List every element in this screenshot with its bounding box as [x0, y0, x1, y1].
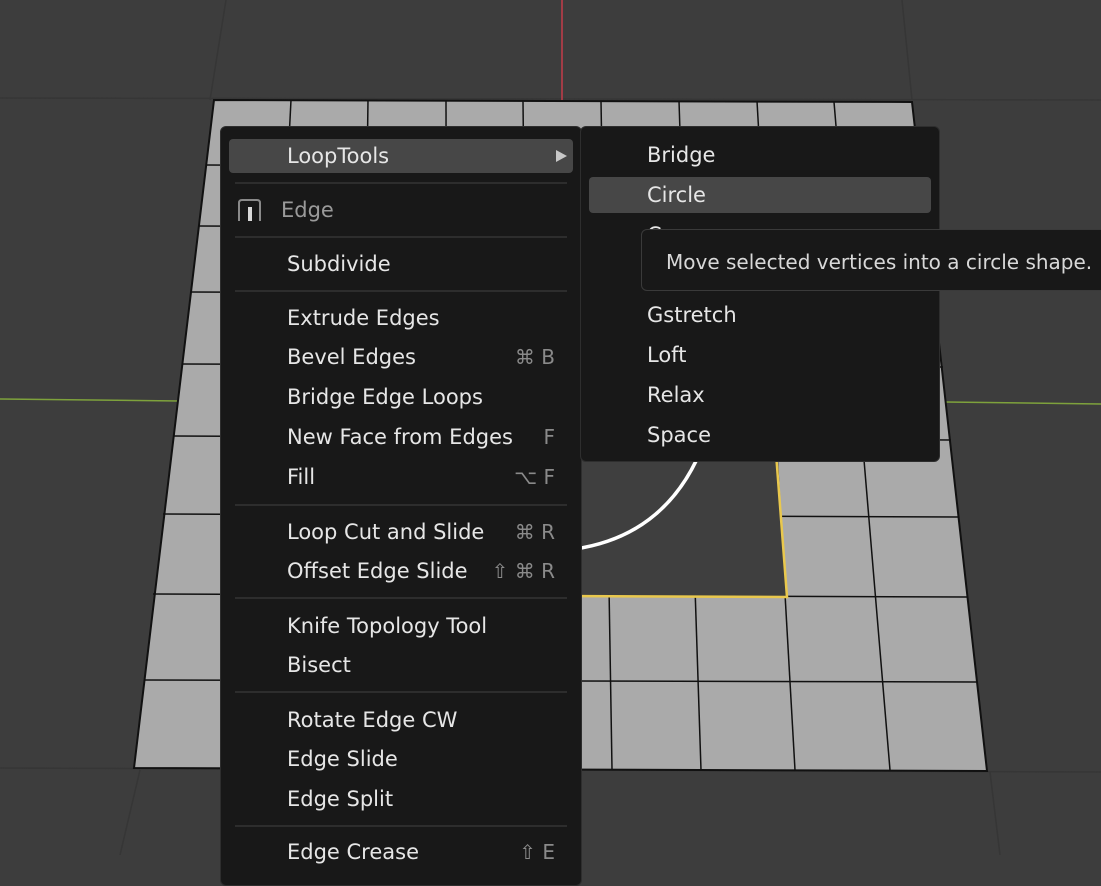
looptools-submenu: Bridge Circle Curve Gstretch Loft Relax …: [580, 126, 940, 462]
submenu-item-relax[interactable]: Relax: [589, 378, 931, 412]
menu-item-label: Bridge Edge Loops: [287, 385, 483, 409]
menu-item-edge-slide[interactable]: Edge Slide: [229, 742, 573, 776]
menu-separator: [235, 691, 567, 693]
menu-item-label: LoopTools: [287, 144, 390, 168]
menu-separator: [235, 182, 567, 184]
shortcut-hint: ⌘ B: [514, 345, 555, 369]
menu-item-label: Rotate Edge CW: [287, 708, 458, 732]
submenu-item-space[interactable]: Space: [589, 418, 931, 452]
menu-item-label: Gstretch: [647, 303, 737, 327]
submenu-arrow-icon: [556, 150, 567, 162]
submenu-item-circle[interactable]: Circle: [589, 177, 931, 213]
menu-header-label: Edge: [281, 198, 334, 222]
x-axis-line-right: [944, 401, 1101, 405]
x-axis-line: [0, 398, 181, 402]
tooltip: Move selected vertices into a circle sha…: [641, 229, 1101, 291]
menu-item-bevel-edges[interactable]: Bevel Edges ⌘ B: [229, 340, 573, 374]
menu-item-label: Circle: [647, 183, 706, 207]
menu-item-edge-split[interactable]: Edge Split: [229, 782, 573, 816]
menu-item-label: Bevel Edges: [287, 345, 416, 369]
menu-item-label: New Face from Edges: [287, 425, 513, 449]
menu-item-knife-topology-tool[interactable]: Knife Topology Tool: [229, 609, 573, 643]
menu-item-subdivide[interactable]: Subdivide: [229, 247, 573, 281]
menu-item-label: Edge Split: [287, 787, 394, 811]
shortcut-hint: ⇧ ⌘ R: [491, 559, 555, 583]
shortcut-hint: ⇧ E: [519, 840, 555, 864]
menu-item-label: Loft: [647, 343, 687, 367]
menu-separator: [235, 290, 567, 292]
menu-item-label: Fill: [287, 465, 316, 489]
submenu-item-bridge[interactable]: Bridge: [589, 138, 931, 172]
menu-item-bisect[interactable]: Bisect: [229, 648, 573, 682]
menu-item-extrude-edges[interactable]: Extrude Edges: [229, 301, 573, 335]
shortcut-hint: ⌘ R: [514, 520, 555, 544]
shortcut-hint: ⌥ F: [514, 465, 555, 489]
menu-item-label: Space: [647, 423, 711, 447]
edge-mode-icon: [238, 199, 261, 221]
menu-separator: [235, 236, 567, 238]
edge-context-menu: LoopTools Edge Subdivide Extrude Edges B…: [220, 126, 582, 886]
menu-item-looptools[interactable]: LoopTools: [229, 139, 573, 173]
menu-item-offset-edge-slide[interactable]: Offset Edge Slide ⇧ ⌘ R: [229, 554, 573, 588]
shortcut-hint: F: [543, 425, 555, 449]
menu-item-label: Relax: [647, 383, 705, 407]
menu-item-label: Edge Slide: [287, 747, 398, 771]
tooltip-text: Move selected vertices into a circle sha…: [666, 250, 1093, 274]
menu-item-new-face-from-edges[interactable]: New Face from Edges F: [229, 420, 573, 454]
menu-separator: [235, 504, 567, 506]
menu-item-label: Offset Edge Slide: [287, 559, 468, 583]
menu-header-edge: Edge: [229, 193, 573, 227]
menu-item-fill[interactable]: Fill ⌥ F: [229, 460, 573, 494]
menu-item-label: Extrude Edges: [287, 306, 440, 330]
menu-item-loop-cut-and-slide[interactable]: Loop Cut and Slide ⌘ R: [229, 515, 573, 549]
menu-item-label: Loop Cut and Slide: [287, 520, 485, 544]
menu-item-label: Edge Crease: [287, 840, 420, 864]
selected-face-region: [560, 440, 787, 597]
submenu-item-loft[interactable]: Loft: [589, 338, 931, 372]
submenu-item-gstretch[interactable]: Gstretch: [589, 298, 931, 332]
menu-item-edge-crease[interactable]: Edge Crease ⇧ E: [229, 835, 573, 869]
menu-separator: [235, 825, 567, 827]
menu-item-label: Subdivide: [287, 252, 391, 276]
menu-separator: [235, 597, 567, 599]
menu-item-rotate-edge-cw[interactable]: Rotate Edge CW: [229, 703, 573, 737]
menu-item-bridge-edge-loops[interactable]: Bridge Edge Loops: [229, 380, 573, 414]
menu-item-label: Bridge: [647, 143, 716, 167]
menu-item-label: Bisect: [287, 653, 351, 677]
menu-item-label: Knife Topology Tool: [287, 614, 488, 638]
